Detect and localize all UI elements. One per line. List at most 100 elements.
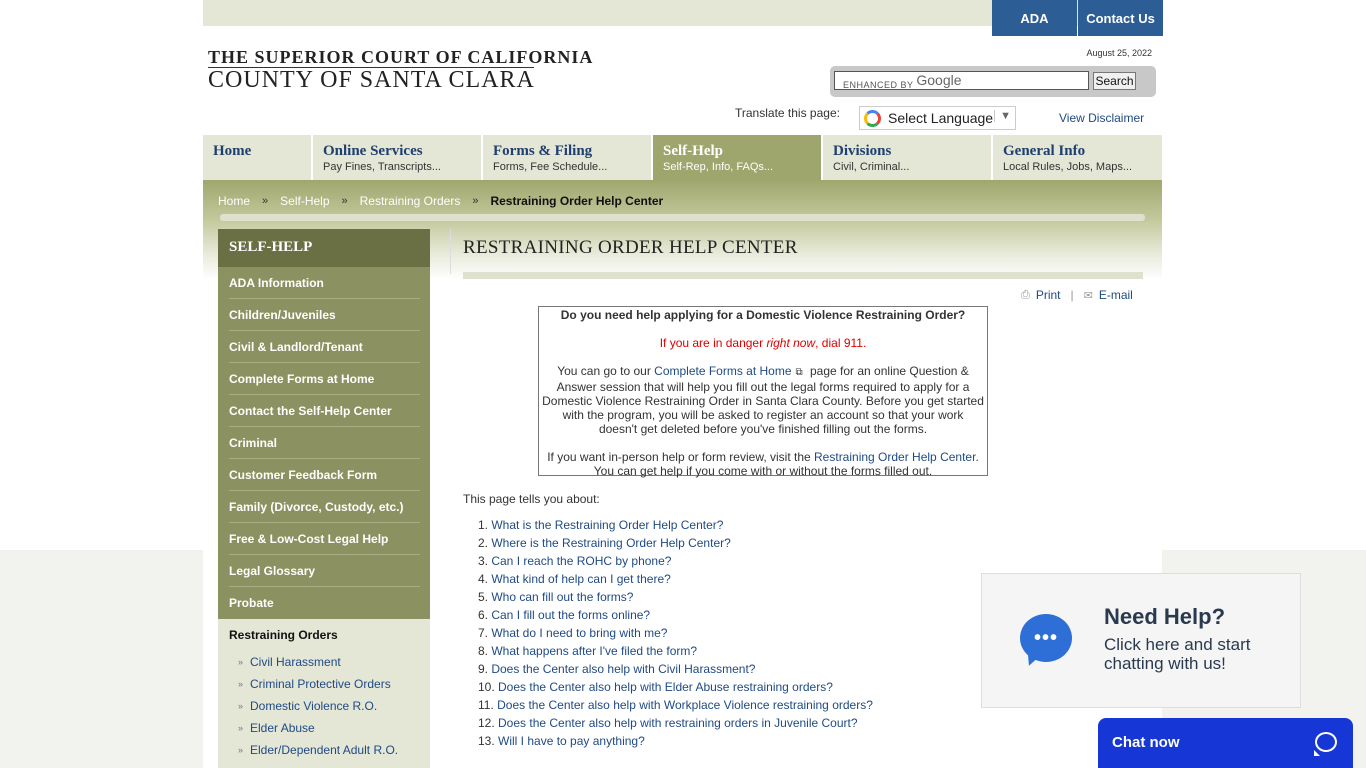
nav-general-info[interactable]: General Info Local Rules, Jobs, Maps... (993, 135, 1162, 180)
sidebar-item-legal-glossary[interactable]: Legal Glossary (229, 555, 420, 587)
toc-link[interactable]: Where is the Restraining Order Help Cent… (491, 536, 730, 550)
toc-intro: This page tells you about: (463, 492, 600, 506)
breadcrumb-restraining-orders[interactable]: Restraining Orders (360, 194, 461, 208)
email-icon: ✉ (1083, 289, 1093, 302)
print-link[interactable]: Print (1036, 288, 1061, 302)
tools-separator: | (1070, 288, 1074, 302)
sidebar-item-restraining-orders[interactable]: Restraining Orders (218, 619, 430, 651)
danger-text-end: , dial 911. (815, 336, 867, 350)
chat-now-label: Chat now (1112, 734, 1180, 751)
complete-forms-at-home-link[interactable]: Complete Forms at Home (654, 364, 791, 378)
sidebar-subitem-label: Elder/Dependent Adult R.O. (250, 743, 399, 757)
list-item: 12. Does the Center also help with restr… (478, 716, 858, 730)
ada-button[interactable]: ADA (992, 0, 1077, 36)
sidebar-subitem-domestic-violence[interactable]: » Domestic Violence R.O. (218, 695, 430, 717)
page-tools: ⎙ Print | ✉ E-mail (1021, 288, 1133, 302)
notice-paragraph-1: You can go to our Complete Forms at Home… (542, 364, 984, 436)
toc-link[interactable]: Does the Center also help with Civil Har… (491, 662, 755, 676)
nav-home[interactable]: Home (203, 135, 311, 180)
nav-subtitle: Forms, Fee Schedule... (493, 161, 608, 173)
contact-us-button[interactable]: Contact Us (1078, 0, 1163, 36)
google-g-icon (864, 109, 881, 127)
page-backdrop-left (0, 550, 203, 768)
toc-link[interactable]: Will I have to pay anything? (498, 734, 645, 748)
sidebar-subitem-label: Civil Harassment (250, 655, 341, 669)
nav-title: Home (213, 143, 252, 159)
list-item: 5. Who can fill out the forms? (478, 590, 634, 604)
sidebar-item-customer-feedback-form[interactable]: Customer Feedback Form (229, 459, 420, 491)
breadcrumb-separator: » (341, 195, 348, 207)
list-item: 7. What do I need to bring with me? (478, 626, 668, 640)
toc-link[interactable]: What kind of help can I get there? (491, 572, 670, 586)
toc-link[interactable]: Who can fill out the forms? (491, 590, 633, 604)
toc-link[interactable]: Does the Center also help with Elder Abu… (498, 680, 833, 694)
logo-line-2: COUNTY OF SANTA CLARA (208, 67, 535, 93)
toc-link[interactable]: What happens after I've filed the form? (491, 644, 697, 658)
search-input[interactable]: ENHANCED BY Google (834, 71, 1089, 90)
sidebar-item-probate[interactable]: Probate (229, 587, 420, 619)
list-item: 2. Where is the Restraining Order Help C… (478, 536, 731, 550)
chat-now-button[interactable]: Chat now (1098, 718, 1353, 768)
nav-online-services[interactable]: Online Services Pay Fines, Transcripts..… (313, 135, 481, 180)
breadcrumb-current: Restraining Order Help Center (490, 194, 664, 208)
sidebar-subitem-label: Criminal Protective Orders (250, 677, 391, 691)
breadcrumb-home[interactable]: Home (218, 194, 250, 208)
sidebar-subitem-criminal-protective-orders[interactable]: » Criminal Protective Orders (218, 673, 430, 695)
danger-text: If you are in danger (659, 336, 767, 350)
breadcrumb-self-help[interactable]: Self-Help (280, 194, 329, 208)
toc-link[interactable]: What is the Restraining Order Help Cente… (491, 518, 723, 532)
sidebar-subitem-elder-abuse[interactable]: » Elder Abuse (218, 717, 430, 739)
page-title: RESTRAINING ORDER HELP CENTER (463, 237, 798, 258)
sidebar-item-civil-landlord-tenant[interactable]: Civil & Landlord/Tenant (229, 331, 420, 363)
chevron-right-icon: » (238, 723, 244, 733)
nav-subtitle: Self-Rep, Info, FAQs... (663, 161, 774, 173)
nav-title: Forms & Filing (493, 143, 593, 159)
chevron-right-icon: » (238, 701, 244, 711)
sidebar-item-free-low-cost-legal-help[interactable]: Free & Low-Cost Legal Help (229, 523, 420, 555)
list-item: 6. Can I fill out the forms online? (478, 608, 651, 622)
toc-link[interactable]: Can I reach the ROHC by phone? (491, 554, 671, 568)
sidebar-item-contact-self-help-center[interactable]: Contact the Self-Help Center (229, 395, 420, 427)
breadcrumb-separator: » (472, 195, 479, 207)
language-select[interactable]: Select Language ▼ (859, 106, 1016, 130)
sidebar-item-ada-information[interactable]: ADA Information (229, 267, 420, 299)
print-icon: ⎙ (1021, 288, 1030, 301)
list-item: 13. Will I have to pay anything? (478, 734, 645, 748)
sidebar: SELF-HELP ADA Information Children/Juven… (218, 229, 430, 768)
sidebar-subitem-civil-harassment[interactable]: » Civil Harassment (218, 651, 430, 673)
content-divider (450, 229, 451, 274)
search-button[interactable]: Search (1093, 72, 1136, 90)
danger-emphasis: right now (766, 336, 816, 350)
sidebar-item-family[interactable]: Family (Divorce, Custody, etc.) (229, 491, 420, 523)
nav-self-help[interactable]: Self-Help Self-Rep, Info, FAQs... (653, 135, 821, 180)
sidebar-subitem-elder-dependent-adult[interactable]: » Elder/Dependent Adult R.O. (218, 739, 430, 761)
language-select-value: Select Language (888, 110, 994, 126)
sidebar-item-complete-forms-at-home[interactable]: Complete Forms at Home (229, 363, 420, 395)
dropdown-arrow-icon: ▼ (994, 110, 1011, 122)
nav-title: Online Services (323, 143, 423, 159)
external-link-icon: ⧉ (795, 367, 803, 378)
email-link[interactable]: E-mail (1099, 288, 1133, 302)
nav-divisions[interactable]: Divisions Civil, Criminal... (823, 135, 991, 180)
list-item: 11. Does the Center also help with Workp… (478, 698, 873, 712)
toc-link[interactable]: Does the Center also help with restraini… (498, 716, 858, 730)
chevron-right-icon: » (238, 657, 244, 667)
google-wordmark: Google (916, 72, 962, 88)
toc-link[interactable]: Can I fill out the forms online? (491, 608, 650, 622)
need-help-widget[interactable]: ••• Need Help? Click here and start chat… (981, 573, 1301, 708)
nav-subtitle: Pay Fines, Transcripts... (323, 161, 441, 173)
toc-link[interactable]: Does the Center also help with Workplace… (497, 698, 873, 712)
nav-subtitle: Civil, Criminal... (833, 161, 910, 173)
dv-notice-box: Do you need help applying for a Domestic… (538, 306, 988, 478)
toc-link[interactable]: What do I need to bring with me? (491, 626, 667, 640)
view-disclaimer-link[interactable]: View Disclaimer (1059, 111, 1144, 125)
translate-label: Translate this page: (735, 106, 840, 120)
sidebar-item-criminal[interactable]: Criminal (229, 427, 420, 459)
notice-question: Do you need help applying for a Domestic… (560, 308, 966, 322)
sidebar-item-children-juveniles[interactable]: Children/Juveniles (229, 299, 420, 331)
list-item: 10. Does the Center also help with Elder… (478, 680, 833, 694)
restraining-order-help-center-link[interactable]: Restraining Order Help Center (814, 450, 975, 464)
sidebar-subitem-label: Domestic Violence R.O. (250, 699, 378, 713)
nav-forms-filing[interactable]: Forms & Filing Forms, Fee Schedule... (483, 135, 651, 180)
chevron-right-icon: » (238, 679, 244, 689)
